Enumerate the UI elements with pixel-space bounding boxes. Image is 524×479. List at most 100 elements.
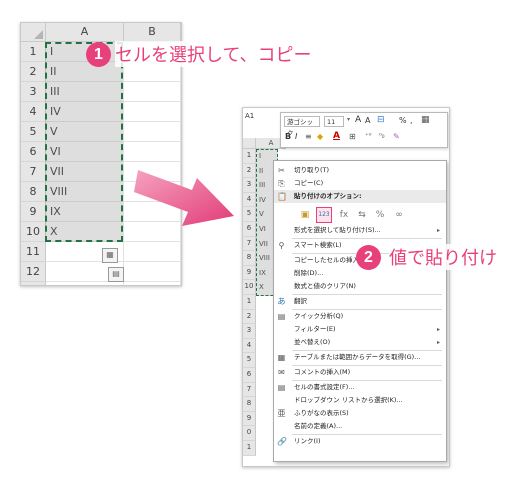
menu-item-copy[interactable]: ⎘ コピー(C) <box>274 177 446 190</box>
menu-item-dropdown-list[interactable]: ドロップダウン リストから選択(K)... <box>274 394 446 407</box>
context-menu: ✂ 切り取り(T) ⎘ コピー(C) 📋 貼り付けのオプション: ▣ 123 fx ⇆… <box>273 160 447 462</box>
paste-formatting-icon[interactable]: % <box>372 207 388 223</box>
row-header[interactable]: 2 <box>243 163 256 179</box>
chevron-right-icon: ▸ <box>436 326 440 333</box>
chevron-down-icon[interactable]: ▾ <box>347 116 350 123</box>
row-header[interactable]: 6 <box>243 222 256 237</box>
fill-color-icon[interactable]: ◆ <box>317 132 323 141</box>
menu-item-quick-analysis[interactable]: ▤ クイック分析(Q) <box>274 310 446 323</box>
column-header-c[interactable]: C <box>181 23 182 42</box>
menu-item-cut[interactable]: ✂ 切り取り(T) <box>274 164 446 177</box>
row-header[interactable] <box>21 282 46 285</box>
font-name-box[interactable]: 游ゴシック <box>284 116 320 137</box>
column-header-b[interactable]: B <box>124 23 181 42</box>
borders-icon[interactable]: ⊞ <box>349 132 356 141</box>
chevron-right-icon: ▸ <box>436 339 440 346</box>
menu-item-paste-special[interactable]: 形式を選択して貼り付け(S)... ▸ <box>274 224 446 237</box>
paste-options-icon[interactable]: ▦ <box>102 248 118 263</box>
row-header[interactable]: 3 <box>21 82 46 102</box>
menu-item-table-data[interactable]: ▦ テーブルまたは範囲からデータを取得(G)... <box>274 351 446 364</box>
font-color-icon[interactable]: A <box>333 131 340 141</box>
paste-transpose-icon[interactable]: ⇆ <box>354 207 370 223</box>
menu-label: コメントの挿入(M) <box>294 368 351 376</box>
translate-icon: あ <box>277 297 286 306</box>
menu-item-define-name[interactable]: 名前の定義(A)... <box>274 420 446 433</box>
accounting-format-icon[interactable]: ⊟ <box>377 115 385 125</box>
row-header[interactable]: 12 <box>21 262 46 282</box>
bold-button[interactable]: B <box>285 132 291 141</box>
font-decrease-button[interactable]: A <box>365 116 370 125</box>
row-header[interactable]: 7 <box>21 162 46 182</box>
paste-values-icon[interactable]: 123 <box>316 207 332 223</box>
row-header[interactable]: 7 <box>243 236 256 252</box>
menu-item-format-cells[interactable]: ▤ セルの書式設定(F)... <box>274 381 446 394</box>
row-header[interactable]: 1 <box>21 42 46 62</box>
row-header[interactable]: 4 <box>21 102 46 122</box>
paste-formulas-icon[interactable]: fx <box>336 207 352 223</box>
step-2-badge: 2 <box>356 245 381 270</box>
menu-item-link[interactable]: 🔗 リンク(I) <box>274 435 446 448</box>
italic-button[interactable]: I <box>295 132 297 141</box>
comma-style-button[interactable]: , <box>410 116 413 125</box>
column-header-a[interactable]: A <box>46 23 124 42</box>
row-header[interactable]: 11 <box>21 242 46 262</box>
row-header[interactable]: 7 <box>243 382 256 398</box>
row-header[interactable]: 8 <box>21 182 46 202</box>
select-all-corner[interactable] <box>243 138 256 149</box>
row-header[interactable]: 1 <box>243 149 256 164</box>
menu-item-translate[interactable]: あ翻訳 <box>274 295 446 308</box>
row-header[interactable]: 3 <box>243 178 256 193</box>
row-header[interactable]: 1 <box>243 295 256 310</box>
name-box[interactable]: A1 <box>245 112 254 120</box>
increase-decimal-icon[interactable]: ⁺⁰ <box>365 132 372 140</box>
row-header[interactable]: 6 <box>21 142 46 162</box>
row-header[interactable]: 8 <box>243 251 256 266</box>
menu-label: 削除(D)... <box>294 269 324 277</box>
row-header[interactable]: 5 <box>21 122 46 142</box>
row-header[interactable]: 10 <box>21 222 46 242</box>
row-header[interactable]: 1 <box>243 441 256 456</box>
row-header[interactable]: 4 <box>243 338 256 354</box>
mini-toolbar: 游ゴシック 11 ▾ A A ⊟ % , ▦ B I ≡ ◆ A ⊞ ⁺⁰ ⁰₀… <box>280 112 448 148</box>
row-header[interactable]: 4 <box>243 192 256 208</box>
arrow-icon <box>134 170 234 226</box>
select-all-corner[interactable] <box>21 23 46 42</box>
menu-label: 切り取り(T) <box>294 166 330 174</box>
row-header[interactable]: 3 <box>243 324 256 339</box>
row-header[interactable]: 9 <box>243 265 256 281</box>
row-header[interactable]: 2 <box>243 309 256 325</box>
row-header[interactable]: 0 <box>243 426 256 441</box>
align-center-icon[interactable]: ≡ <box>305 132 312 141</box>
row-header[interactable]: 10 <box>243 280 256 295</box>
row-header[interactable]: 6 <box>243 368 256 383</box>
row-header[interactable]: 2 <box>21 62 46 82</box>
clipboard-icon: 📋 <box>277 192 287 201</box>
font-size-box[interactable]: 11 <box>324 116 344 127</box>
paste-link-icon[interactable]: ∞ <box>391 207 407 223</box>
row-header[interactable]: 8 <box>243 397 256 412</box>
menu-label: テーブルまたは範囲からデータを取得(G)... <box>294 353 421 361</box>
menu-label: 翻訳 <box>294 297 307 305</box>
menu-item-clear[interactable]: 数式と値のクリア(N) <box>274 280 446 293</box>
font-increase-button[interactable]: A <box>355 115 361 125</box>
decrease-decimal-icon[interactable]: ⁰₀ <box>379 132 385 140</box>
row-header[interactable]: 9 <box>243 411 256 427</box>
row-header[interactable]: 5 <box>243 353 256 368</box>
format-table-icon[interactable]: ▦ <box>421 115 430 125</box>
step-1-text: セルを選択して、コピー <box>115 41 312 67</box>
menu-item-filter[interactable]: フィルター(E) ▸ <box>274 323 446 336</box>
row-header[interactable]: 5 <box>243 207 256 222</box>
menu-item-insert-comment[interactable]: ✉ コメントの挿入(M) <box>274 366 446 379</box>
format-painter-icon[interactable]: ✎ <box>393 132 400 141</box>
quick-analysis-icon[interactable]: ▤ <box>108 267 124 282</box>
paste-icon[interactable]: ▣ <box>297 207 313 223</box>
menu-item-sort[interactable]: 並べ替え(O) ▸ <box>274 336 446 349</box>
menu-label: 並べ替え(O) <box>294 338 331 346</box>
menu-item-phonetic[interactable]: 亜ふりがなの表示(S) <box>274 407 446 420</box>
row-header[interactable]: 9 <box>21 202 46 222</box>
menu-label: 形式を選択して貼り付け(S)... <box>294 226 381 234</box>
cell-a[interactable] <box>46 282 181 285</box>
step-1-badge: 1 <box>86 42 111 67</box>
percent-style-button[interactable]: % <box>399 116 407 125</box>
search-icon: ⚲ <box>278 241 285 250</box>
